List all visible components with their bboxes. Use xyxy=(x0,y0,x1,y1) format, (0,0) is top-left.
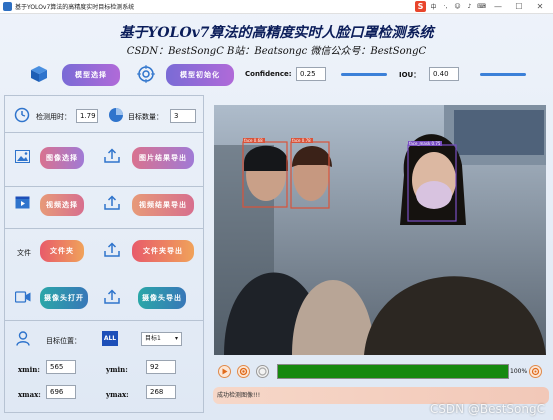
detection-image: face 0.68 face 0.78 face_mask 0.75 xyxy=(214,105,546,355)
progress-fill xyxy=(278,365,508,378)
bbox-label-2: face 0.78 xyxy=(292,138,311,143)
confidence-spinbox[interactable]: 0.25 xyxy=(296,67,326,81)
all-badge-icon: ALL xyxy=(102,331,118,346)
detect-time-value: 1.79 xyxy=(76,109,98,123)
iou-label: IOU： xyxy=(399,71,421,79)
page-subtitle: CSDN：BestSongC B站：Beatsongc 微信公众号：BestSo… xyxy=(126,46,427,57)
window-titlebar: 基于YOLOv7算法的高精度实时目标检测系统 S 中 ·, ☺ ♪ ⌨ — ☐ … xyxy=(0,0,553,14)
user-icon xyxy=(16,331,30,346)
model-select-button[interactable]: 模型选择 xyxy=(62,64,120,86)
xmax-field: 696 xyxy=(46,385,76,399)
iou-slider[interactable] xyxy=(480,73,526,76)
confidence-label: Confidence: xyxy=(245,70,292,78)
play-icon xyxy=(222,368,228,375)
window-title: 基于YOLOv7算法的高精度实时目标检测系统 xyxy=(15,4,135,11)
ymin-field: 92 xyxy=(146,360,176,374)
video-export-button[interactable]: 视频结果导出 xyxy=(132,194,194,216)
bbox-label-1: face 0.68 xyxy=(244,138,263,143)
target-count-label: 目标数量： xyxy=(128,113,163,121)
image-select-button[interactable]: 图像选择 xyxy=(40,147,84,169)
cube-icon xyxy=(31,66,47,82)
record-button[interactable] xyxy=(237,365,250,378)
progress-bar xyxy=(277,364,509,379)
chevron-down-icon: ▾ xyxy=(174,335,178,342)
iou-spinbox[interactable]: 0.40 xyxy=(429,67,459,81)
play-button[interactable] xyxy=(218,365,231,378)
target-toggle-button[interactable] xyxy=(529,365,542,378)
app-icon xyxy=(3,2,12,11)
photo-scene: face 0.68 face 0.78 face_mask 0.75 xyxy=(214,105,546,355)
maximize-button[interactable]: ☐ xyxy=(510,2,528,11)
sogou-ime-icon[interactable]: S xyxy=(415,1,426,12)
folder-select-button[interactable]: 文件夹 xyxy=(40,240,84,262)
target-select-value: 目标1 xyxy=(145,335,161,342)
ime-punct-icon[interactable]: ·, xyxy=(441,3,450,10)
ime-mic-icon[interactable]: ♪ xyxy=(465,3,474,10)
target-select[interactable]: 目标1 ▾ xyxy=(141,332,182,346)
minimize-button[interactable]: — xyxy=(489,2,507,11)
image-export-button[interactable]: 图片结果导出 xyxy=(132,147,194,169)
divider xyxy=(4,320,204,321)
bbox-label-3: face_mask 0.75 xyxy=(409,141,441,146)
ime-keyboard-icon[interactable]: ⌨ xyxy=(477,3,486,10)
ymax-label: ymax: xyxy=(106,390,129,399)
xmin-label: xmin: xyxy=(18,365,40,374)
upload-icon xyxy=(104,148,120,163)
upload-icon xyxy=(104,195,120,210)
target-count-value: 3 xyxy=(170,109,196,123)
video-icon xyxy=(15,196,30,209)
target-position-label: 目标位置： xyxy=(46,337,81,345)
ime-emoji-icon[interactable]: ☺ xyxy=(453,3,462,10)
xmin-field: 565 xyxy=(46,360,76,374)
camera-icon xyxy=(15,291,31,303)
image-icon xyxy=(15,150,30,163)
ymax-field: 268 xyxy=(146,385,176,399)
divider xyxy=(4,186,204,187)
folder-export-button[interactable]: 文件夹导出 xyxy=(132,240,194,262)
upload-icon xyxy=(104,242,120,257)
xmax-label: xmax: xyxy=(18,390,41,399)
divider xyxy=(4,132,204,133)
watermark: CSDN @BestSongC xyxy=(429,402,545,416)
camera-open-button[interactable]: 摄像头打开 xyxy=(40,287,88,309)
folder-caption: 文件 xyxy=(17,249,31,257)
video-select-button[interactable]: 视频选择 xyxy=(40,194,84,216)
ymin-label: ymin: xyxy=(106,365,128,374)
divider xyxy=(4,228,204,229)
ime-mode[interactable]: 中 xyxy=(429,2,438,11)
detect-time-label: 检测用时： xyxy=(36,113,71,121)
target-icon xyxy=(137,65,155,83)
close-button[interactable]: ✕ xyxy=(531,2,549,11)
confidence-slider[interactable] xyxy=(341,73,387,76)
model-init-button[interactable]: 模型初始化 xyxy=(166,64,234,86)
target-icon xyxy=(531,367,540,376)
stop-button[interactable] xyxy=(256,365,269,378)
progress-percent: 100% xyxy=(510,368,528,375)
stop-icon xyxy=(258,367,267,376)
stopwatch-icon xyxy=(14,107,30,123)
record-icon xyxy=(239,367,248,376)
page-title: 基于YOLOv7算法的高精度实时人脸口罩检测系统 xyxy=(119,25,434,41)
pie-chart-icon xyxy=(109,108,123,122)
camera-export-button[interactable]: 摄像头导出 xyxy=(138,287,186,309)
upload-icon xyxy=(104,289,120,304)
